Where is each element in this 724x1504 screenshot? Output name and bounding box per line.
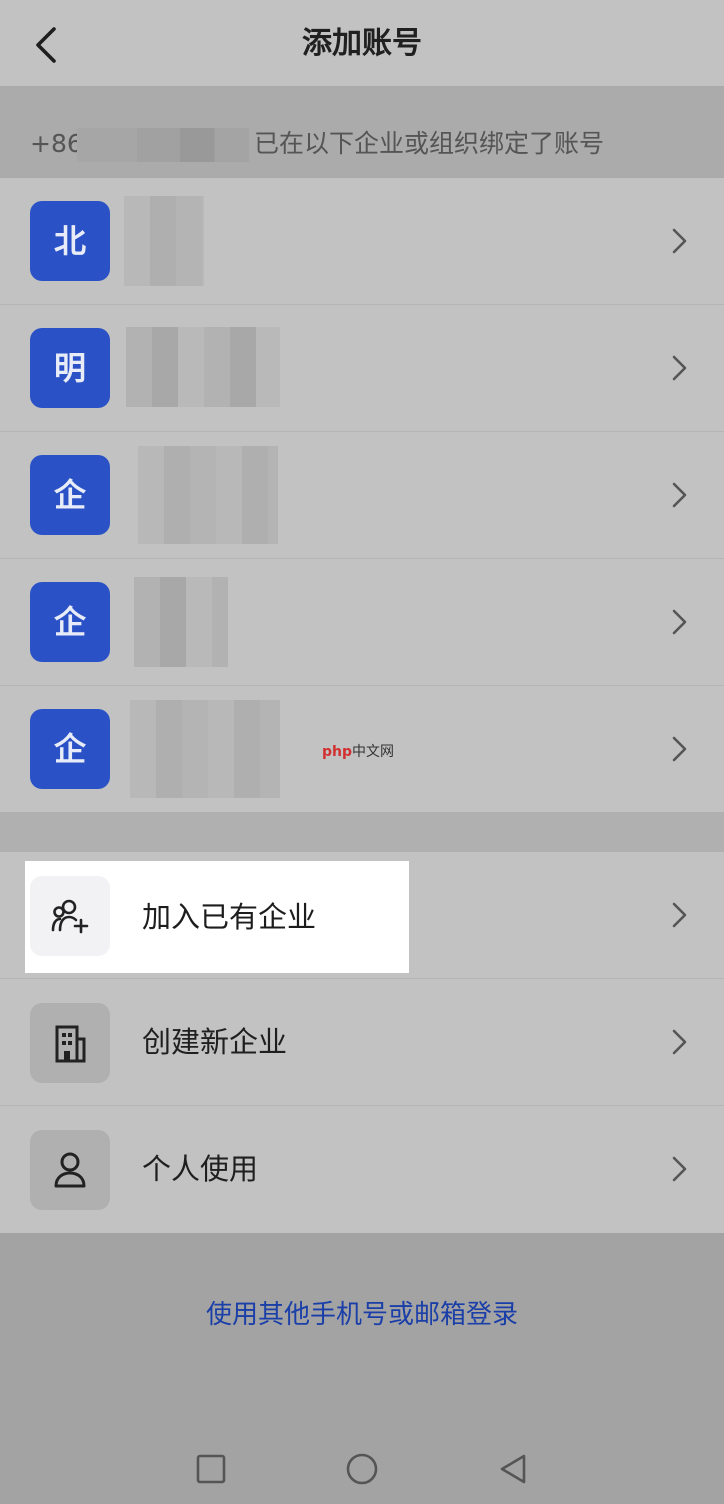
- org-name-mask: [134, 577, 228, 667]
- back-triangle-icon[interactable]: [496, 1452, 530, 1486]
- org-avatar: 明: [30, 328, 110, 408]
- org-item[interactable]: 北: [0, 178, 724, 305]
- join-enterprise-label: 加入已有企业: [142, 900, 317, 934]
- personal-use-label: 个人使用: [142, 1152, 259, 1186]
- home-icon[interactable]: [345, 1452, 379, 1486]
- recent-apps-icon[interactable]: [194, 1452, 228, 1486]
- org-item[interactable]: 企: [0, 432, 724, 559]
- org-avatar: 北: [30, 201, 110, 281]
- chevron-right-icon: [672, 482, 687, 508]
- chevron-right-icon: [672, 355, 687, 381]
- org-name-mask: [130, 700, 280, 798]
- chevron-right-icon: [672, 1029, 687, 1055]
- phone-prefix: +86: [30, 129, 83, 158]
- phone-number-mask: [77, 128, 249, 162]
- section-gap: [0, 812, 724, 852]
- create-enterprise-row[interactable]: 创建新企业: [0, 979, 724, 1106]
- personal-use-row[interactable]: 个人使用: [0, 1106, 724, 1233]
- create-enterprise-label: 创建新企业: [142, 1025, 288, 1059]
- add-user-icon: [30, 876, 110, 956]
- chevron-right-icon: [672, 228, 687, 254]
- org-name-mask: [138, 446, 278, 544]
- watermark-brand: php: [322, 744, 353, 760]
- org-avatar: 企: [30, 582, 110, 662]
- person-icon: [30, 1130, 110, 1210]
- phone-bound-text: 已在以下企业或组织绑定了账号: [254, 129, 605, 158]
- system-nav-bar: [0, 1420, 724, 1504]
- org-avatar: 企: [30, 709, 110, 789]
- app-header: 添加账号: [0, 0, 724, 86]
- chevron-right-icon: [672, 902, 687, 928]
- watermark-site: 中文网: [352, 744, 395, 760]
- building-icon: [30, 1003, 110, 1083]
- alt-login-link[interactable]: 使用其他手机号或邮箱登录: [0, 1295, 724, 1335]
- org-avatar: 企: [30, 455, 110, 535]
- page-title: 添加账号: [302, 26, 422, 61]
- org-name-mask: [124, 196, 204, 286]
- chevron-right-icon: [672, 736, 687, 762]
- org-item[interactable]: 企: [0, 559, 724, 686]
- chevron-right-icon: [672, 1156, 687, 1182]
- site-watermark: php中文网: [322, 741, 394, 761]
- org-name-mask: [126, 327, 280, 407]
- chevron-right-icon: [672, 609, 687, 635]
- org-item[interactable]: 明: [0, 305, 724, 432]
- org-list: 北 明 企 企 企: [0, 178, 724, 813]
- join-enterprise-highlight[interactable]: 加入已有企业: [25, 861, 409, 973]
